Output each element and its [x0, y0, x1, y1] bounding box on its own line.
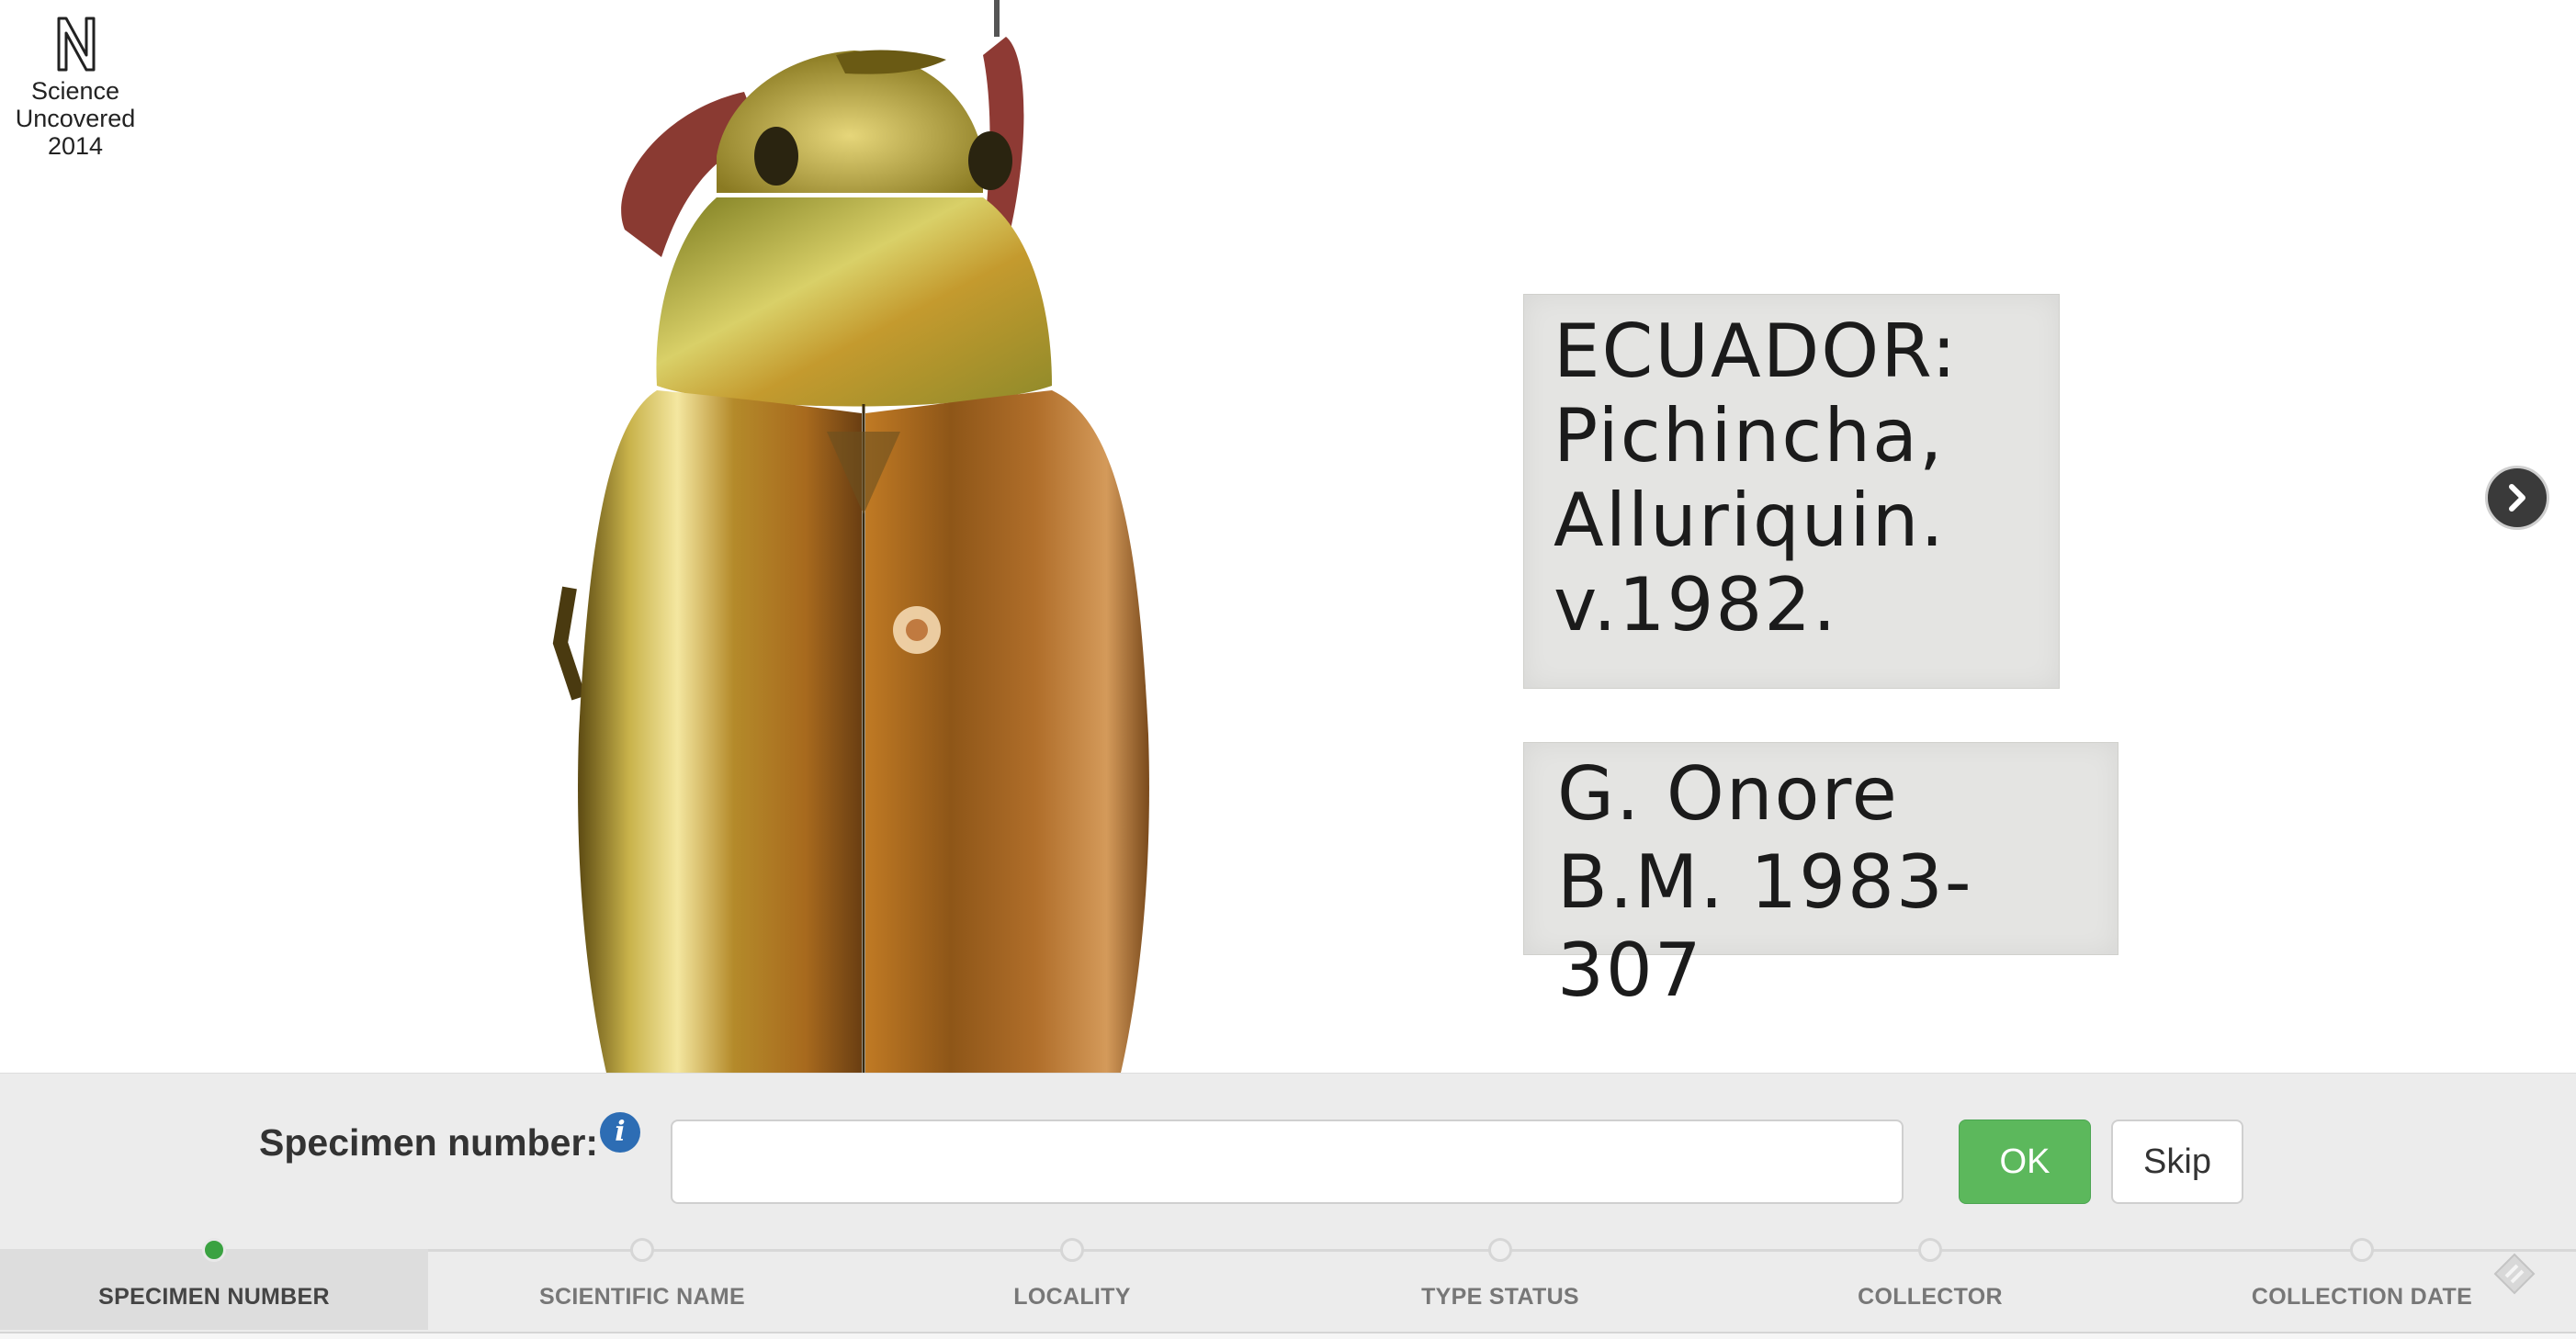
step-dot [1918, 1238, 1942, 1262]
step-scientific-name[interactable]: SCIENTIFIC NAME [428, 1238, 856, 1330]
step-dot [630, 1238, 654, 1262]
field-label: Specimen number: [259, 1121, 599, 1164]
step-label: TYPE STATUS [1421, 1284, 1579, 1310]
n-logo-icon [57, 17, 96, 72]
step-label: SCIENTIFIC NAME [539, 1284, 745, 1310]
step-dot [1060, 1238, 1084, 1262]
step-dot [202, 1238, 226, 1262]
logo-line-1: Science [30, 77, 120, 105]
step-dot [2350, 1238, 2374, 1262]
info-icon[interactable]: i [600, 1112, 640, 1153]
progress-steps: SPECIMEN NUMBER SCIENTIFIC NAME LOCALITY… [0, 1238, 2576, 1332]
ok-button[interactable]: OK [1959, 1120, 2091, 1204]
collector-label-card: G. Onore B.M. 1983-307 [1523, 742, 2118, 1013]
specimen-number-input[interactable] [671, 1120, 1904, 1204]
label1-line-3: Alluriquin. [1554, 478, 1946, 563]
bottom-border [0, 1332, 2576, 1339]
science-uncovered-logo: Science Uncovered 2014 [7, 13, 143, 160]
label2-line-2: B.M. 1983-307 [1557, 839, 1973, 1013]
label2-line-1: G. Onore [1557, 751, 1899, 837]
step-collector[interactable]: COLLECTOR [1716, 1238, 2144, 1330]
label1-line-4: v.1982. [1554, 562, 1838, 647]
locality-label-card: ECUADOR: Pichincha, Alluriquin. v.1982. [1523, 294, 2060, 689]
step-type-status[interactable]: TYPE STATUS [1286, 1238, 1714, 1330]
step-label: LOCALITY [1013, 1284, 1131, 1310]
step-locality[interactable]: LOCALITY [858, 1238, 1286, 1330]
step-label: SPECIMEN NUMBER [98, 1284, 330, 1310]
next-image-button[interactable] [2485, 466, 2549, 530]
specimen-image-viewer: Science Uncovered 2014 ECUADOR: Pichinch… [0, 0, 2576, 1073]
beetle-specimen-image [552, 0, 1149, 1073]
tag-icon[interactable] [2491, 1251, 2537, 1297]
chevron-right-icon [2509, 484, 2525, 512]
logo-line-3: 2014 [47, 132, 104, 160]
skip-button[interactable]: Skip [2111, 1120, 2243, 1204]
label1-line-2: Pichincha, [1554, 393, 1945, 478]
step-specimen-number[interactable]: SPECIMEN NUMBER [0, 1238, 428, 1330]
step-label: COLLECTOR [1858, 1284, 2003, 1310]
logo-line-2: Uncovered [15, 105, 136, 132]
step-dot [1488, 1238, 1512, 1262]
label1-line-1: ECUADOR: [1554, 309, 1959, 394]
transcription-form: Specimen number: i OK Skip [0, 1073, 2576, 1243]
